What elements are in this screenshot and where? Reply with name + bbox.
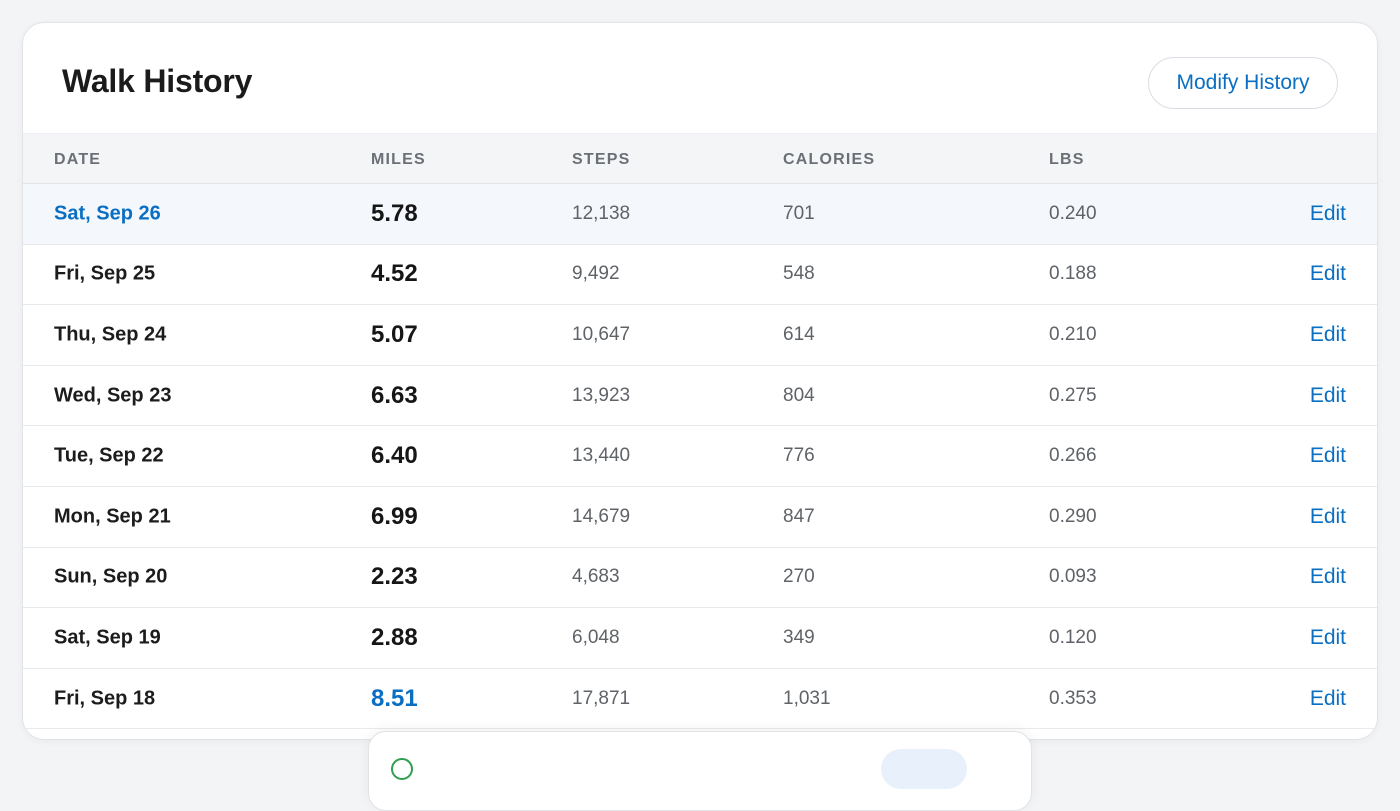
row-lbs: 0.188 bbox=[1049, 263, 1097, 285]
toast-action-button[interactable] bbox=[881, 749, 967, 789]
row-miles: 2.88 bbox=[371, 623, 418, 651]
edit-button[interactable]: Edit bbox=[1310, 687, 1346, 711]
edit-button[interactable]: Edit bbox=[1310, 444, 1346, 468]
edit-button[interactable]: Edit bbox=[1310, 565, 1346, 589]
row-miles: 6.99 bbox=[371, 502, 418, 530]
edit-button[interactable]: Edit bbox=[1310, 202, 1346, 226]
check-circle-icon bbox=[391, 758, 413, 780]
table-row[interactable]: Wed, Sep 23 6.63 13,923 804 0.275 Edit bbox=[23, 366, 1377, 427]
table-row[interactable]: Fri, Sep 18 8.51 17,871 1,031 0.353 Edit bbox=[23, 669, 1377, 730]
table-row[interactable]: Tue, Sep 22 6.40 13,440 776 0.266 Edit bbox=[23, 426, 1377, 487]
column-header-miles[interactable]: MILES bbox=[371, 151, 426, 169]
row-lbs: 0.353 bbox=[1049, 687, 1097, 709]
row-miles: 5.07 bbox=[371, 320, 418, 348]
row-date: Sat, Sep 19 bbox=[54, 626, 161, 649]
row-steps: 12,138 bbox=[572, 202, 631, 224]
row-miles: 4.52 bbox=[371, 260, 418, 288]
row-calories: 270 bbox=[783, 566, 815, 588]
row-miles: 5.78 bbox=[371, 199, 418, 227]
row-calories: 614 bbox=[783, 323, 815, 345]
row-date: Sat, Sep 26 bbox=[54, 202, 161, 225]
row-lbs: 0.240 bbox=[1049, 202, 1097, 224]
toast-notification bbox=[368, 731, 1032, 811]
edit-button[interactable]: Edit bbox=[1310, 384, 1346, 408]
row-calories: 701 bbox=[783, 202, 815, 224]
row-calories: 1,031 bbox=[783, 687, 831, 709]
edit-button[interactable]: Edit bbox=[1310, 505, 1346, 529]
row-lbs: 0.275 bbox=[1049, 384, 1097, 406]
row-date: Sun, Sep 20 bbox=[54, 565, 168, 588]
edit-button[interactable]: Edit bbox=[1310, 626, 1346, 650]
table-row[interactable]: Thu, Sep 24 5.07 10,647 614 0.210 Edit bbox=[23, 305, 1377, 366]
row-steps: 9,492 bbox=[572, 263, 620, 285]
row-miles: 8.51 bbox=[371, 684, 418, 712]
row-steps: 13,440 bbox=[572, 445, 631, 467]
page-title: Walk History bbox=[62, 63, 253, 99]
row-lbs: 0.290 bbox=[1049, 505, 1097, 527]
table-row[interactable]: Mon, Sep 21 6.99 14,679 847 0.290 Edit bbox=[23, 487, 1377, 548]
row-steps: 17,871 bbox=[572, 687, 631, 709]
row-lbs: 0.210 bbox=[1049, 323, 1097, 345]
row-date: Tue, Sep 22 bbox=[54, 444, 164, 467]
row-calories: 847 bbox=[783, 505, 815, 527]
walk-history-card: Walk History Modify History DATE MILES S… bbox=[22, 22, 1378, 740]
row-miles: 2.23 bbox=[371, 563, 418, 591]
table-row[interactable]: Sun, Sep 20 2.23 4,683 270 0.093 Edit bbox=[23, 548, 1377, 609]
table-row[interactable]: Sat, Sep 19 2.88 6,048 349 0.120 Edit bbox=[23, 608, 1377, 669]
row-date: Fri, Sep 18 bbox=[54, 687, 156, 710]
column-header-lbs[interactable]: LBS bbox=[1049, 151, 1085, 169]
row-lbs: 0.120 bbox=[1049, 626, 1097, 648]
row-calories: 349 bbox=[783, 626, 815, 648]
row-miles: 6.40 bbox=[371, 442, 418, 470]
row-date: Fri, Sep 25 bbox=[54, 262, 156, 285]
row-steps: 4,683 bbox=[572, 566, 620, 588]
row-lbs: 0.266 bbox=[1049, 445, 1097, 467]
row-calories: 776 bbox=[783, 445, 815, 467]
row-date: Wed, Sep 23 bbox=[54, 384, 172, 407]
edit-button[interactable]: Edit bbox=[1310, 262, 1346, 286]
card-header: Walk History Modify History bbox=[23, 23, 1377, 133]
row-steps: 10,647 bbox=[572, 323, 631, 345]
row-steps: 13,923 bbox=[572, 384, 631, 406]
row-lbs: 0.093 bbox=[1049, 566, 1097, 588]
row-steps: 14,679 bbox=[572, 505, 631, 527]
table-header: DATE MILES STEPS CALORIES LBS bbox=[23, 133, 1377, 184]
row-calories: 548 bbox=[783, 263, 815, 285]
column-header-calories[interactable]: CALORIES bbox=[783, 151, 875, 169]
table-body: Sat, Sep 26 5.78 12,138 701 0.240 Edit Fri, Se… bbox=[23, 184, 1377, 730]
table-row[interactable]: Fri, Sep 25 4.52 9,492 548 0.188 Edit bbox=[23, 245, 1377, 306]
row-calories: 804 bbox=[783, 384, 815, 406]
row-miles: 6.63 bbox=[371, 381, 418, 409]
column-header-date[interactable]: DATE bbox=[54, 151, 101, 169]
row-steps: 6,048 bbox=[572, 626, 620, 648]
edit-button[interactable]: Edit bbox=[1310, 323, 1346, 347]
modify-history-button[interactable]: Modify History bbox=[1148, 57, 1338, 109]
column-header-steps[interactable]: STEPS bbox=[572, 151, 630, 169]
table-row[interactable]: Sat, Sep 26 5.78 12,138 701 0.240 Edit bbox=[23, 184, 1377, 245]
row-date: Mon, Sep 21 bbox=[54, 505, 171, 528]
row-date: Thu, Sep 24 bbox=[54, 323, 167, 346]
